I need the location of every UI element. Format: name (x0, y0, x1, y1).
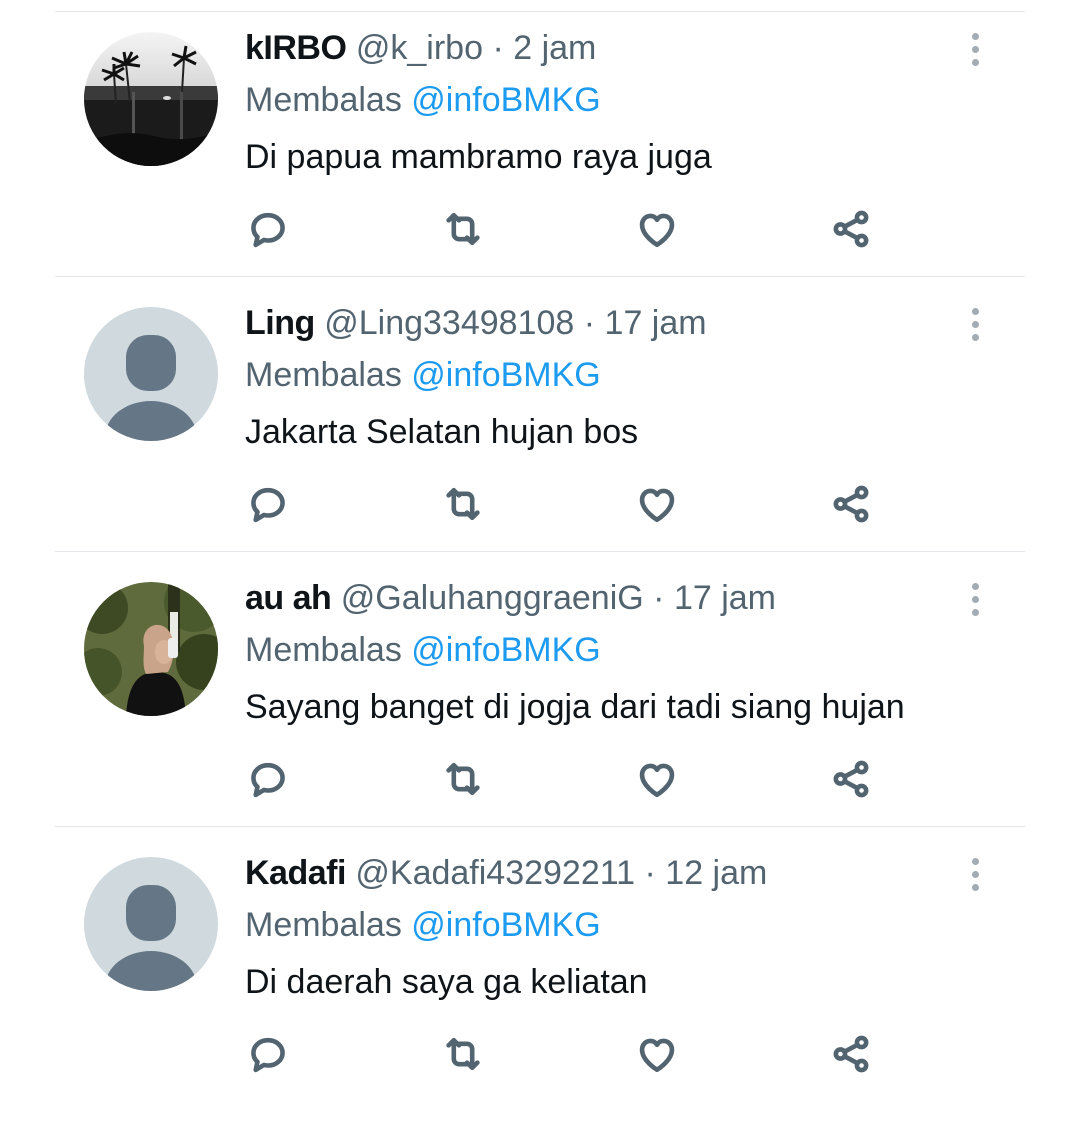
retweet-button[interactable] (440, 481, 486, 527)
user-handle[interactable]: @Ling33498108 (324, 304, 574, 342)
share-icon (833, 210, 869, 248)
user-handle[interactable]: @Kadafi43292211 (355, 854, 635, 892)
avatar[interactable] (84, 582, 218, 716)
reply-context: Membalas @infoBMKG (245, 905, 601, 945)
reply-button[interactable] (245, 481, 291, 527)
reply-mention-link[interactable]: @infoBMKG (411, 356, 600, 394)
reply-button[interactable] (245, 1031, 291, 1077)
reply-mention-link[interactable]: @infoBMKG (411, 81, 600, 119)
avatar[interactable] (84, 857, 218, 991)
reply-prefix: Membalas (245, 906, 402, 944)
tweet-header: au ah @GaluhanggraeniG · 17 jam (245, 578, 776, 618)
tweet-header: Kadafi @Kadafi43292211 · 12 jam (245, 853, 767, 893)
tweet-actions (0, 756, 1080, 806)
user-handle[interactable]: @k_irbo (356, 29, 483, 67)
tweet[interactable]: au ah @GaluhanggraeniG · 17 jam Membalas… (0, 578, 1080, 853)
separator-dot: · (653, 579, 665, 617)
more-vertical-icon[interactable] (962, 305, 990, 345)
separator-dot: · (492, 29, 504, 67)
heart-icon (639, 763, 675, 798)
display-name[interactable]: Ling (245, 304, 315, 342)
timestamp[interactable]: 12 jam (665, 854, 767, 892)
display-name[interactable]: au ah (245, 579, 332, 617)
retweet-icon (446, 762, 480, 796)
avatar[interactable] (84, 32, 218, 166)
reply-icon (251, 212, 285, 248)
tweet[interactable]: kIRBO @k_irbo · 2 jam Membalas @infoBMKG… (0, 28, 1080, 303)
retweet-icon (446, 1037, 480, 1071)
tweet-text: Di papua mambramo raya juga (245, 138, 712, 176)
heart-icon (639, 213, 675, 248)
tweet[interactable]: Kadafi @Kadafi43292211 · 12 jam Membalas… (0, 853, 1080, 1128)
reply-icon (251, 487, 285, 523)
tweet-header: Ling @Ling33498108 · 17 jam (245, 303, 707, 343)
heart-icon (639, 488, 675, 523)
default-avatar-image (84, 857, 218, 991)
retweet-icon (446, 487, 480, 521)
divider (55, 11, 1025, 12)
reply-mention-link[interactable]: @infoBMKG (411, 906, 600, 944)
person-photo-avatar-image (84, 582, 218, 716)
tweet-text: Sayang banget di jogja dari tadi siang h… (245, 688, 905, 726)
reply-context: Membalas @infoBMKG (245, 355, 601, 395)
display-name[interactable]: Kadafi (245, 854, 346, 892)
reply-button[interactable] (245, 206, 291, 252)
reply-mention-link[interactable]: @infoBMKG (411, 631, 600, 669)
heart-icon (639, 1038, 675, 1073)
separator-dot: · (644, 854, 656, 892)
like-button[interactable] (634, 481, 680, 527)
timestamp[interactable]: 17 jam (605, 304, 707, 342)
reply-icon (251, 1037, 285, 1073)
reply-context: Membalas @infoBMKG (245, 630, 601, 670)
share-icon (833, 1035, 869, 1073)
tweet-text: Jakarta Selatan hujan bos (245, 413, 639, 451)
more-vertical-icon[interactable] (962, 30, 990, 70)
display-name[interactable]: kIRBO (245, 29, 347, 67)
retweet-button[interactable] (440, 756, 486, 802)
avatar[interactable] (84, 307, 218, 441)
reply-prefix: Membalas (245, 356, 402, 394)
tweet-actions (0, 206, 1080, 256)
reply-context: Membalas @infoBMKG (245, 80, 601, 120)
reply-icon (251, 762, 285, 798)
tweet-header: kIRBO @k_irbo · 2 jam (245, 28, 596, 68)
retweet-button[interactable] (440, 1031, 486, 1077)
timestamp[interactable]: 2 jam (513, 29, 596, 67)
tweet-actions (0, 481, 1080, 531)
share-button[interactable] (828, 756, 874, 802)
share-button[interactable] (828, 1031, 874, 1077)
tweet[interactable]: Ling @Ling33498108 · 17 jam Membalas @in… (0, 303, 1080, 578)
retweet-icon (446, 212, 480, 246)
reply-prefix: Membalas (245, 81, 402, 119)
retweet-button[interactable] (440, 206, 486, 252)
share-icon (833, 485, 869, 523)
reply-button[interactable] (245, 756, 291, 802)
tweet-text: Di daerah saya ga keliatan (245, 963, 648, 1001)
share-button[interactable] (828, 206, 874, 252)
share-icon (833, 760, 869, 798)
reply-prefix: Membalas (245, 631, 402, 669)
like-button[interactable] (634, 756, 680, 802)
more-vertical-icon[interactable] (962, 580, 990, 620)
user-handle[interactable]: @GaluhanggraeniG (341, 579, 644, 617)
default-avatar-image (84, 307, 218, 441)
share-button[interactable] (828, 481, 874, 527)
more-vertical-icon[interactable] (962, 855, 990, 895)
like-button[interactable] (634, 1031, 680, 1077)
timestamp[interactable]: 17 jam (674, 579, 776, 617)
palm-photo-avatar-image (84, 32, 218, 166)
like-button[interactable] (634, 206, 680, 252)
tweet-actions (0, 1031, 1080, 1081)
separator-dot: · (583, 304, 596, 342)
